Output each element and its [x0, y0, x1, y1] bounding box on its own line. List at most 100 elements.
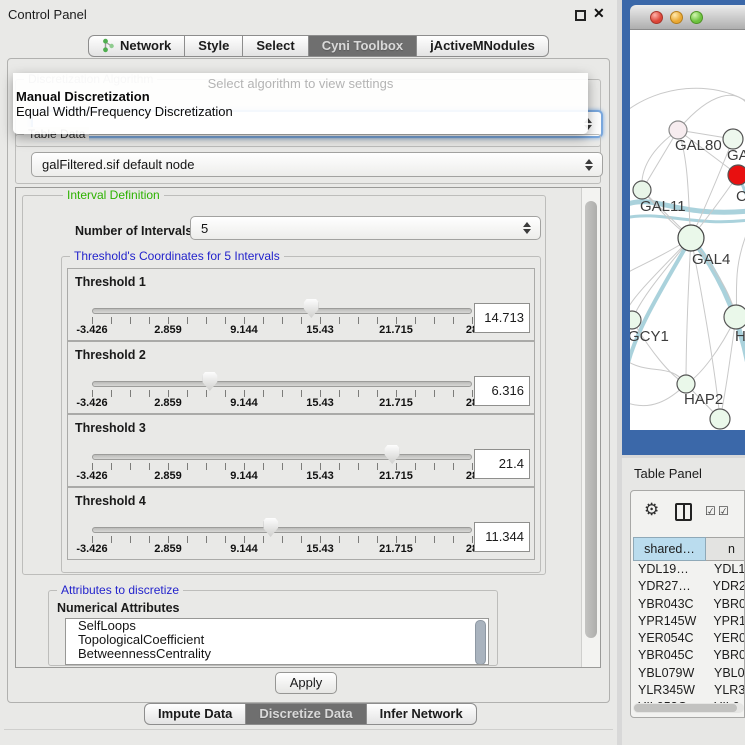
threshold-coordinates-group: Threshold's Coordinates for 5 Intervals … [61, 256, 541, 573]
table-row[interactable]: YER054C YER0 [633, 630, 745, 647]
node-gal11[interactable] [633, 181, 651, 199]
column-header-shared[interactable]: shared… [633, 537, 706, 561]
network-window-titlebar[interactable] [630, 5, 745, 30]
tab-network[interactable]: Network [88, 35, 185, 57]
algorithm-option-manual[interactable]: Manual Discretization [13, 89, 588, 104]
table-row[interactable]: YLR345W YLR3 [633, 682, 745, 699]
threshold-coordinates-group-title: Threshold's Coordinates for 5 Intervals [70, 249, 284, 263]
float-window-icon[interactable] [575, 10, 586, 21]
threshold-slider-track[interactable] [92, 527, 472, 533]
node-label-gal4: GAL4 [692, 251, 730, 268]
threshold-slider-thumb[interactable] [304, 299, 319, 318]
attribute-list-item[interactable]: BetweennessCentrality [66, 647, 488, 661]
close-traffic-light-icon[interactable] [650, 11, 663, 24]
algorithm-option-equal-width[interactable]: Equal Width/Frequency Discretization [13, 104, 588, 119]
threshold-slider-track[interactable] [92, 381, 472, 387]
table-row[interactable]: YDL19… YDL1 [633, 561, 745, 578]
table-header-row: shared… n [633, 537, 745, 561]
threshold-slider-thumb[interactable] [202, 372, 217, 391]
table-row[interactable]: YDR27… YDR2 [633, 578, 745, 595]
cell-shared-name: YER054C [633, 630, 705, 647]
numerical-attributes-list: SelfLoops TopologicalCoefficient Between… [65, 618, 489, 665]
table-row[interactable]: YBR045C YBR0 [633, 647, 745, 664]
number-of-intervals-label: Number of Intervals [75, 224, 192, 238]
interval-definition-group-title: Interval Definition [63, 188, 164, 202]
columns-icon[interactable] [675, 503, 692, 521]
number-of-intervals-select[interactable]: 5 [190, 216, 541, 240]
node-gcy1[interactable] [630, 311, 641, 329]
cell-name: YER0 [705, 630, 745, 647]
cell-name: YDL1 [706, 561, 745, 578]
attributes-list-scrollbar[interactable] [475, 620, 486, 665]
attribute-list-item[interactable]: SelfLoops [66, 619, 488, 633]
zoom-traffic-light-icon[interactable] [690, 11, 703, 24]
close-icon[interactable]: ✕ [593, 5, 605, 22]
threshold-label: Threshold 2 [75, 348, 146, 362]
table-row[interactable]: YBL079W YBL0 [633, 665, 745, 682]
slider-tick-labels: -3.426 2.859 9.144 15.43 21.715 28 [92, 470, 472, 482]
threshold-label: Threshold 1 [75, 275, 146, 289]
scrollbar-thumb[interactable] [634, 704, 737, 712]
tab-jactivemnodules[interactable]: jActiveMNodules [417, 35, 549, 57]
table-row[interactable]: YPR145W YPR1 [633, 613, 745, 630]
tab-discretize-data[interactable]: Discretize Data [246, 703, 366, 725]
tab-style[interactable]: Style [185, 35, 243, 57]
node-top-right[interactable] [723, 129, 743, 149]
tab-infer-network[interactable]: Infer Network [367, 703, 477, 725]
cell-name: YDR2 [705, 578, 745, 595]
node-red-selected[interactable] [728, 165, 745, 185]
table-data-select[interactable]: galFiltered.sif default node [31, 152, 603, 177]
threshold-value-field[interactable]: 14.713 [474, 303, 530, 333]
node-h[interactable] [724, 305, 745, 329]
node-bottom[interactable] [710, 409, 730, 429]
tick-label: 2.859 [154, 470, 182, 482]
attributes-group: Attributes to discretize Numerical Attri… [48, 590, 498, 666]
settings-vertical-scrollbar[interactable] [581, 188, 600, 667]
tick-label: 21.715 [379, 470, 413, 482]
node-gal4[interactable] [678, 225, 704, 251]
tick-label: -3.426 [76, 470, 107, 482]
table-panel: Table Panel ⚙ ☑ ☑ shared… n YDL19… YDL1 … [622, 458, 745, 745]
node-label-hap2: HAP2 [684, 391, 723, 408]
tab-impute-data[interactable]: Impute Data [144, 703, 246, 725]
control-panel-window: Control Panel ✕ Network Style Select Cyn… [0, 0, 617, 745]
cell-shared-name: YLR345W [633, 682, 706, 699]
cell-name: YBL0 [706, 665, 745, 682]
node-label-h: H [735, 328, 745, 345]
attributes-rows: SelfLoops TopologicalCoefficient Between… [66, 619, 488, 661]
checkbox-icon[interactable]: ☑ [705, 504, 716, 518]
threshold-panel: Threshold 2 -3.426 2.859 9.144 [67, 341, 535, 414]
table-data-group: Table Data galFiltered.sif default node [15, 134, 601, 184]
minimize-traffic-light-icon[interactable] [670, 11, 683, 24]
checkbox-icon[interactable]: ☑ [718, 504, 729, 518]
scrollbar-thumb[interactable] [585, 201, 597, 638]
table-row[interactable]: YBR043C YBR0 [633, 596, 745, 613]
cell-shared-name: YBR043C [633, 596, 705, 613]
attribute-list-item[interactable]: TopologicalCoefficient [66, 633, 488, 647]
tick-label: 2.859 [154, 543, 182, 555]
threshold-slider-thumb[interactable] [263, 518, 278, 537]
threshold-slider-track[interactable] [92, 454, 472, 460]
column-header-name[interactable]: n [706, 537, 745, 561]
algorithm-hint-item[interactable]: Select algorithm to view settings [13, 73, 588, 89]
table-panel-title: Table Panel [634, 466, 702, 481]
network-canvas[interactable]: GAL80 GA C GAL11 GAL4 GCY1 H HAP2 [630, 30, 745, 430]
threshold-slider-thumb[interactable] [385, 445, 400, 464]
apply-button[interactable]: Apply [275, 672, 337, 694]
tab-cyni-toolbox[interactable]: Cyni Toolbox [309, 35, 417, 57]
slider-tick-labels: -3.426 2.859 9.144 15.43 21.715 28 [92, 543, 472, 555]
gear-icon[interactable]: ⚙ [644, 500, 659, 520]
cell-name: YBR0 [705, 647, 745, 664]
node-label-gal80: GAL80 [675, 137, 722, 154]
threshold-value-field[interactable]: 6.316 [474, 376, 530, 406]
table-horizontal-scrollbar[interactable] [633, 703, 744, 713]
tick-label: 9.144 [230, 397, 258, 409]
algorithm-dropdown-popup: Select algorithm to view settings Manual… [13, 73, 588, 134]
dropdown-arrows-icon [523, 222, 531, 234]
threshold-panel: Threshold 3 -3.426 2.859 9.144 [67, 414, 535, 487]
tab-select[interactable]: Select [243, 35, 308, 57]
threshold-slider-track[interactable] [92, 308, 472, 314]
threshold-value-field[interactable]: 21.4 [474, 449, 530, 479]
threshold-value-field[interactable]: 11.344 [474, 522, 530, 552]
network-view-window: GAL80 GA C GAL11 GAL4 GCY1 H HAP2 [622, 0, 745, 455]
